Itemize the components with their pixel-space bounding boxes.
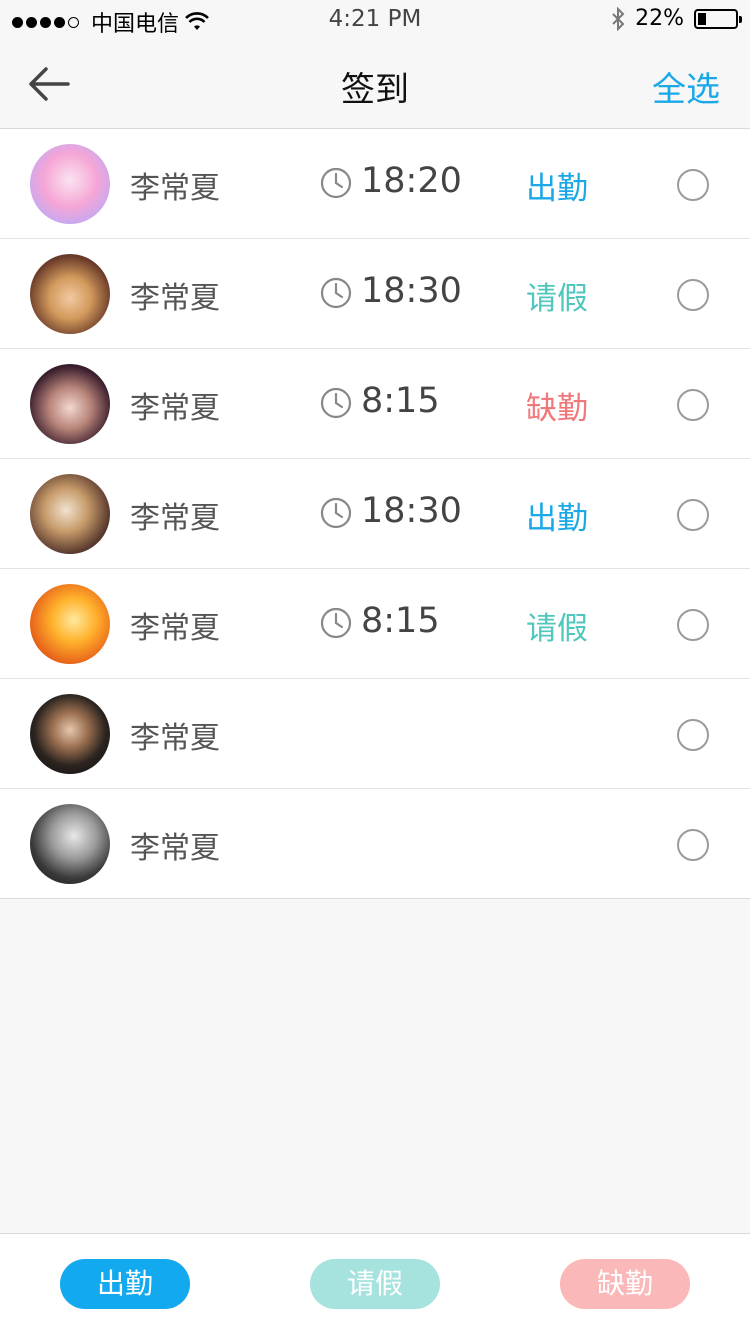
select-all-button[interactable]: 全选 xyxy=(652,62,720,111)
avatar xyxy=(30,584,110,664)
clock-icon xyxy=(320,607,352,639)
select-radio[interactable] xyxy=(677,609,709,641)
action-bar: 出勤 请假 缺勤 xyxy=(0,1233,750,1334)
select-radio[interactable] xyxy=(677,279,709,311)
select-radio[interactable] xyxy=(677,719,709,751)
mark-present-button[interactable]: 出勤 xyxy=(60,1259,190,1309)
member-name: 李常夏 xyxy=(130,171,220,206)
avatar xyxy=(30,804,110,884)
member-name: 李常夏 xyxy=(130,721,220,756)
page-title: 签到 xyxy=(341,70,409,110)
member-name: 李常夏 xyxy=(130,611,220,646)
member-name: 李常夏 xyxy=(130,391,220,426)
list-item[interactable]: 李常夏 xyxy=(0,789,750,899)
select-radio[interactable] xyxy=(677,499,709,531)
attendance-status: 出勤 xyxy=(526,171,588,207)
avatar xyxy=(30,694,110,774)
avatar xyxy=(30,144,110,224)
list-item[interactable]: 李常夏 xyxy=(0,679,750,789)
list-item[interactable]: 李常夏 18:30 请假 xyxy=(0,239,750,349)
member-name: 李常夏 xyxy=(130,281,220,316)
avatar xyxy=(30,254,110,334)
attendance-status: 缺勤 xyxy=(526,391,588,427)
attendance-status: 请假 xyxy=(526,281,588,317)
attendance-status: 出勤 xyxy=(526,501,588,537)
attendance-status: 请假 xyxy=(526,611,588,647)
clock-icon xyxy=(320,387,352,419)
select-radio[interactable] xyxy=(677,169,709,201)
avatar xyxy=(30,364,110,444)
list-item[interactable]: 李常夏 18:20 出勤 xyxy=(0,129,750,239)
mark-absent-button[interactable]: 缺勤 xyxy=(560,1259,690,1309)
check-in-time: 18:20 xyxy=(361,161,462,201)
member-name: 李常夏 xyxy=(130,501,220,536)
check-in-time: 8:15 xyxy=(361,601,440,641)
clock-icon xyxy=(320,277,352,309)
battery-percent: 22% xyxy=(635,6,684,31)
status-right: 22% xyxy=(611,6,742,31)
list-item[interactable]: 李常夏 18:30 出勤 xyxy=(0,459,750,569)
select-radio[interactable] xyxy=(677,389,709,421)
nav-bar: 签到 全选 xyxy=(0,40,750,129)
avatar xyxy=(30,474,110,554)
bluetooth-icon xyxy=(612,6,625,31)
clock-icon xyxy=(320,167,352,199)
member-name: 李常夏 xyxy=(130,831,220,866)
check-in-time: 8:15 xyxy=(361,381,440,421)
attendee-list: 李常夏 18:20 出勤 李常夏 18:30 请假 李常夏 8:15 缺勤 李常夏 18:3… xyxy=(0,129,750,899)
list-item[interactable]: 李常夏 8:15 缺勤 xyxy=(0,349,750,459)
mark-leave-button[interactable]: 请假 xyxy=(310,1259,440,1309)
clock-icon xyxy=(320,497,352,529)
check-in-time: 18:30 xyxy=(361,271,462,311)
check-in-time: 18:30 xyxy=(361,491,462,531)
status-bar: 中国电信 4:21 PM 22% xyxy=(0,0,750,40)
battery-icon xyxy=(694,8,742,29)
battery-fill xyxy=(698,12,706,25)
select-radio[interactable] xyxy=(677,829,709,861)
list-item[interactable]: 李常夏 8:15 请假 xyxy=(0,569,750,679)
